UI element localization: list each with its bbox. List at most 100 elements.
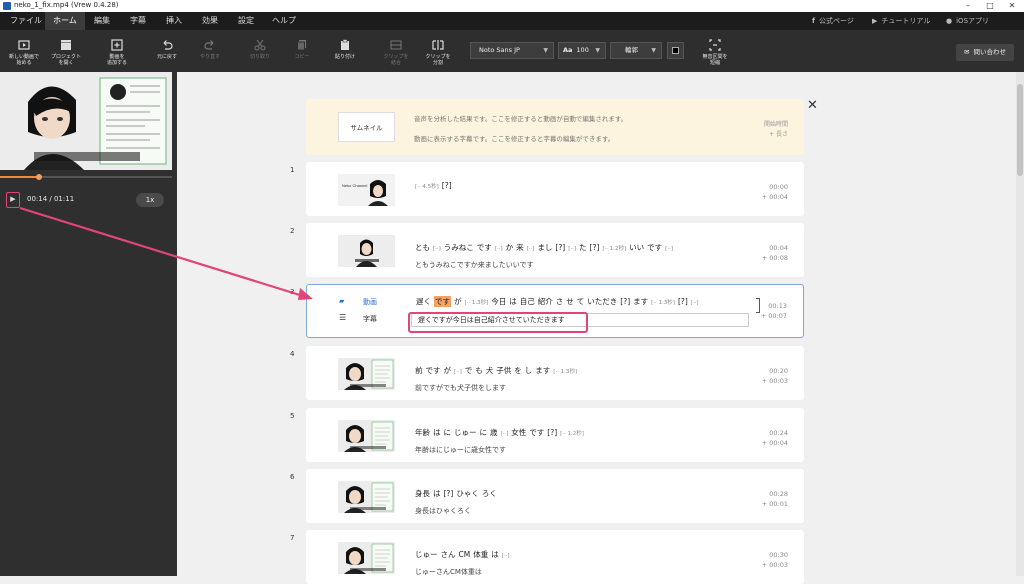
redo-button[interactable]: やり直す <box>190 38 230 60</box>
shorten-silence-button[interactable]: 無音区間を 短縮 <box>695 38 735 66</box>
menu-home[interactable]: ホーム <box>45 12 85 30</box>
pause-marker[interactable]: [·· 1.2秒] <box>560 429 584 437</box>
style-select[interactable]: 輪郭 ▼ <box>610 42 662 59</box>
word-token[interactable]: 紹介 <box>538 296 553 307</box>
pause-marker[interactable]: [·· 1.3秒] <box>651 298 675 306</box>
word-token[interactable]: 遅く <box>416 296 431 307</box>
pause-marker[interactable]: [··] <box>502 553 510 559</box>
word-token[interactable]: も <box>475 365 483 376</box>
tutorial-link[interactable]: ▶ チュートリアル <box>872 12 930 30</box>
word-token[interactable]: じゅー <box>415 549 438 560</box>
word-token[interactable]: [?] <box>442 181 452 190</box>
seek-bar[interactable] <box>0 174 172 180</box>
word-token[interactable]: 身長 <box>415 488 430 499</box>
word-token[interactable]: 年齢 <box>415 427 430 438</box>
play-button[interactable]: ▶ <box>6 192 20 208</box>
word-token[interactable]: ます <box>535 365 550 376</box>
word-token[interactable]: ろく <box>482 488 497 499</box>
pause-marker[interactable]: [·· 4.5秒] <box>415 182 439 190</box>
word-token[interactable]: [?] <box>620 297 630 306</box>
word-token[interactable]: を <box>514 365 522 376</box>
playback-speed-button[interactable]: 1x <box>136 193 164 207</box>
word-token[interactable]: まし <box>537 242 552 253</box>
word-token[interactable]: て <box>577 296 585 307</box>
copy-button[interactable]: コピー <box>282 38 322 60</box>
word-token[interactable]: さん <box>441 549 456 560</box>
word-token[interactable]: か <box>506 242 514 253</box>
word-token[interactable]: です <box>434 296 451 307</box>
pause-marker[interactable]: [·· 1.3秒] <box>465 298 489 306</box>
clip-thumbnail[interactable] <box>338 235 395 267</box>
word-token[interactable]: 子供 <box>496 365 511 376</box>
word-token[interactable]: [?] <box>555 243 565 252</box>
word-token[interactable]: が <box>454 296 462 307</box>
word-token[interactable]: [?] <box>444 489 454 498</box>
word-token[interactable]: 歳 <box>490 427 498 438</box>
word-token[interactable]: は <box>433 427 441 438</box>
word-token[interactable]: せ <box>566 296 574 307</box>
word-token[interactable]: [?] <box>547 428 557 437</box>
word-token[interactable]: いただき <box>587 296 617 307</box>
menu-insert[interactable]: 挿入 <box>158 12 190 30</box>
word-token[interactable]: です <box>529 427 544 438</box>
clip-card[interactable]: 年齢はにじゅーに歳 [··] 女性 です [?] [·· 1.2秒] 年齢はにじゅーに歳女… <box>306 408 804 462</box>
menu-subtitle[interactable]: 字幕 <box>122 12 154 30</box>
caption-text[interactable]: 前ですがでも犬子供をします <box>415 383 506 393</box>
color-swatch-button[interactable] <box>667 42 684 59</box>
pause-marker[interactable]: [·· 1.2秒] <box>602 244 626 252</box>
word-token[interactable]: です <box>477 242 492 253</box>
caption-text[interactable]: 年齢はにじゅーに歳女性です <box>415 445 506 455</box>
menu-effects[interactable]: 効果 <box>194 12 226 30</box>
scrollbar-thumb[interactable] <box>1017 84 1023 176</box>
add-video-button[interactable]: 動画を 追加する <box>97 38 137 66</box>
caption-text[interactable]: 身長はひゃくろく <box>415 506 471 516</box>
merge-clip-button[interactable]: クリップを 結合 <box>376 38 416 66</box>
word-token[interactable]: は <box>509 296 517 307</box>
pause-marker[interactable]: [··] <box>568 246 576 252</box>
caption-text[interactable]: ともうみねこですか来ましたいいです <box>415 260 534 270</box>
clip-card[interactable]: 身長は [?] ひゃく ろく 身長はひゃくろく 00:28 + 00:01 <box>306 469 804 523</box>
word-token[interactable]: に <box>444 427 452 438</box>
word-token[interactable]: し <box>525 365 533 376</box>
word-token[interactable]: 来 <box>516 242 524 253</box>
word-token[interactable]: いい <box>629 242 644 253</box>
word-token[interactable]: うみねこ <box>444 242 474 253</box>
minimize-button[interactable]: – <box>958 0 978 12</box>
menu-help[interactable]: ヘルプ <box>264 12 304 30</box>
clip-card[interactable]: とも [··] うみねこ です [··] か来 [··] まし [?] [··] た [?] [·· 1… <box>306 223 804 277</box>
clip-card[interactable]: 前ですが [··] でも犬子供をします [·· 1.3秒] 前ですがでも犬子供をします… <box>306 346 804 400</box>
word-token[interactable]: 犬 <box>486 365 494 376</box>
word-token[interactable]: [?] <box>590 243 600 252</box>
word-token[interactable]: 体重 <box>473 549 488 560</box>
clip-thumbnail[interactable] <box>338 420 395 452</box>
word-token[interactable]: が <box>444 365 452 376</box>
clip-card[interactable]: Neko Channel [·· 4.5秒] [?] 00:00 + 00:04 <box>306 162 804 216</box>
clip-thumbnail[interactable] <box>338 542 395 574</box>
font-size-select[interactable]: Aa 100 ▼ <box>558 42 606 59</box>
close-window-button[interactable]: ✕ <box>1002 0 1022 12</box>
seek-handle[interactable] <box>36 174 42 180</box>
official-page-link[interactable]: f 公式ページ <box>812 12 854 30</box>
word-token[interactable]: ます <box>633 296 648 307</box>
cut-button[interactable]: 切り取り <box>240 38 280 60</box>
maximize-button[interactable]: □ <box>980 0 1000 12</box>
new-video-button[interactable]: 新しい動画で 始める <box>4 38 44 66</box>
word-token[interactable]: です <box>426 365 441 376</box>
word-token[interactable]: に <box>480 427 488 438</box>
word-token[interactable]: じゅー <box>454 427 477 438</box>
scrollbar[interactable] <box>1016 72 1024 576</box>
paste-button[interactable]: 貼り付け <box>325 38 365 60</box>
pause-marker[interactable]: [··] <box>527 246 535 252</box>
pause-marker[interactable]: [·· 1.3秒] <box>553 367 577 375</box>
clip-thumbnail[interactable]: Neko Channel <box>338 174 395 206</box>
video-preview[interactable] <box>0 72 172 170</box>
word-token[interactable]: ひゃく <box>456 488 479 499</box>
undo-button[interactable]: 元に戻す <box>147 38 187 60</box>
word-token[interactable]: は <box>491 549 499 560</box>
contact-button[interactable]: ✉ 問い合わせ <box>956 44 1014 61</box>
ios-app-link[interactable]: ● iOSアプリ <box>946 12 989 30</box>
word-token[interactable]: 女性 <box>511 427 526 438</box>
menu-edit[interactable]: 編集 <box>86 12 118 30</box>
word-token[interactable]: です <box>647 242 662 253</box>
pause-marker[interactable]: [··] <box>665 246 673 252</box>
